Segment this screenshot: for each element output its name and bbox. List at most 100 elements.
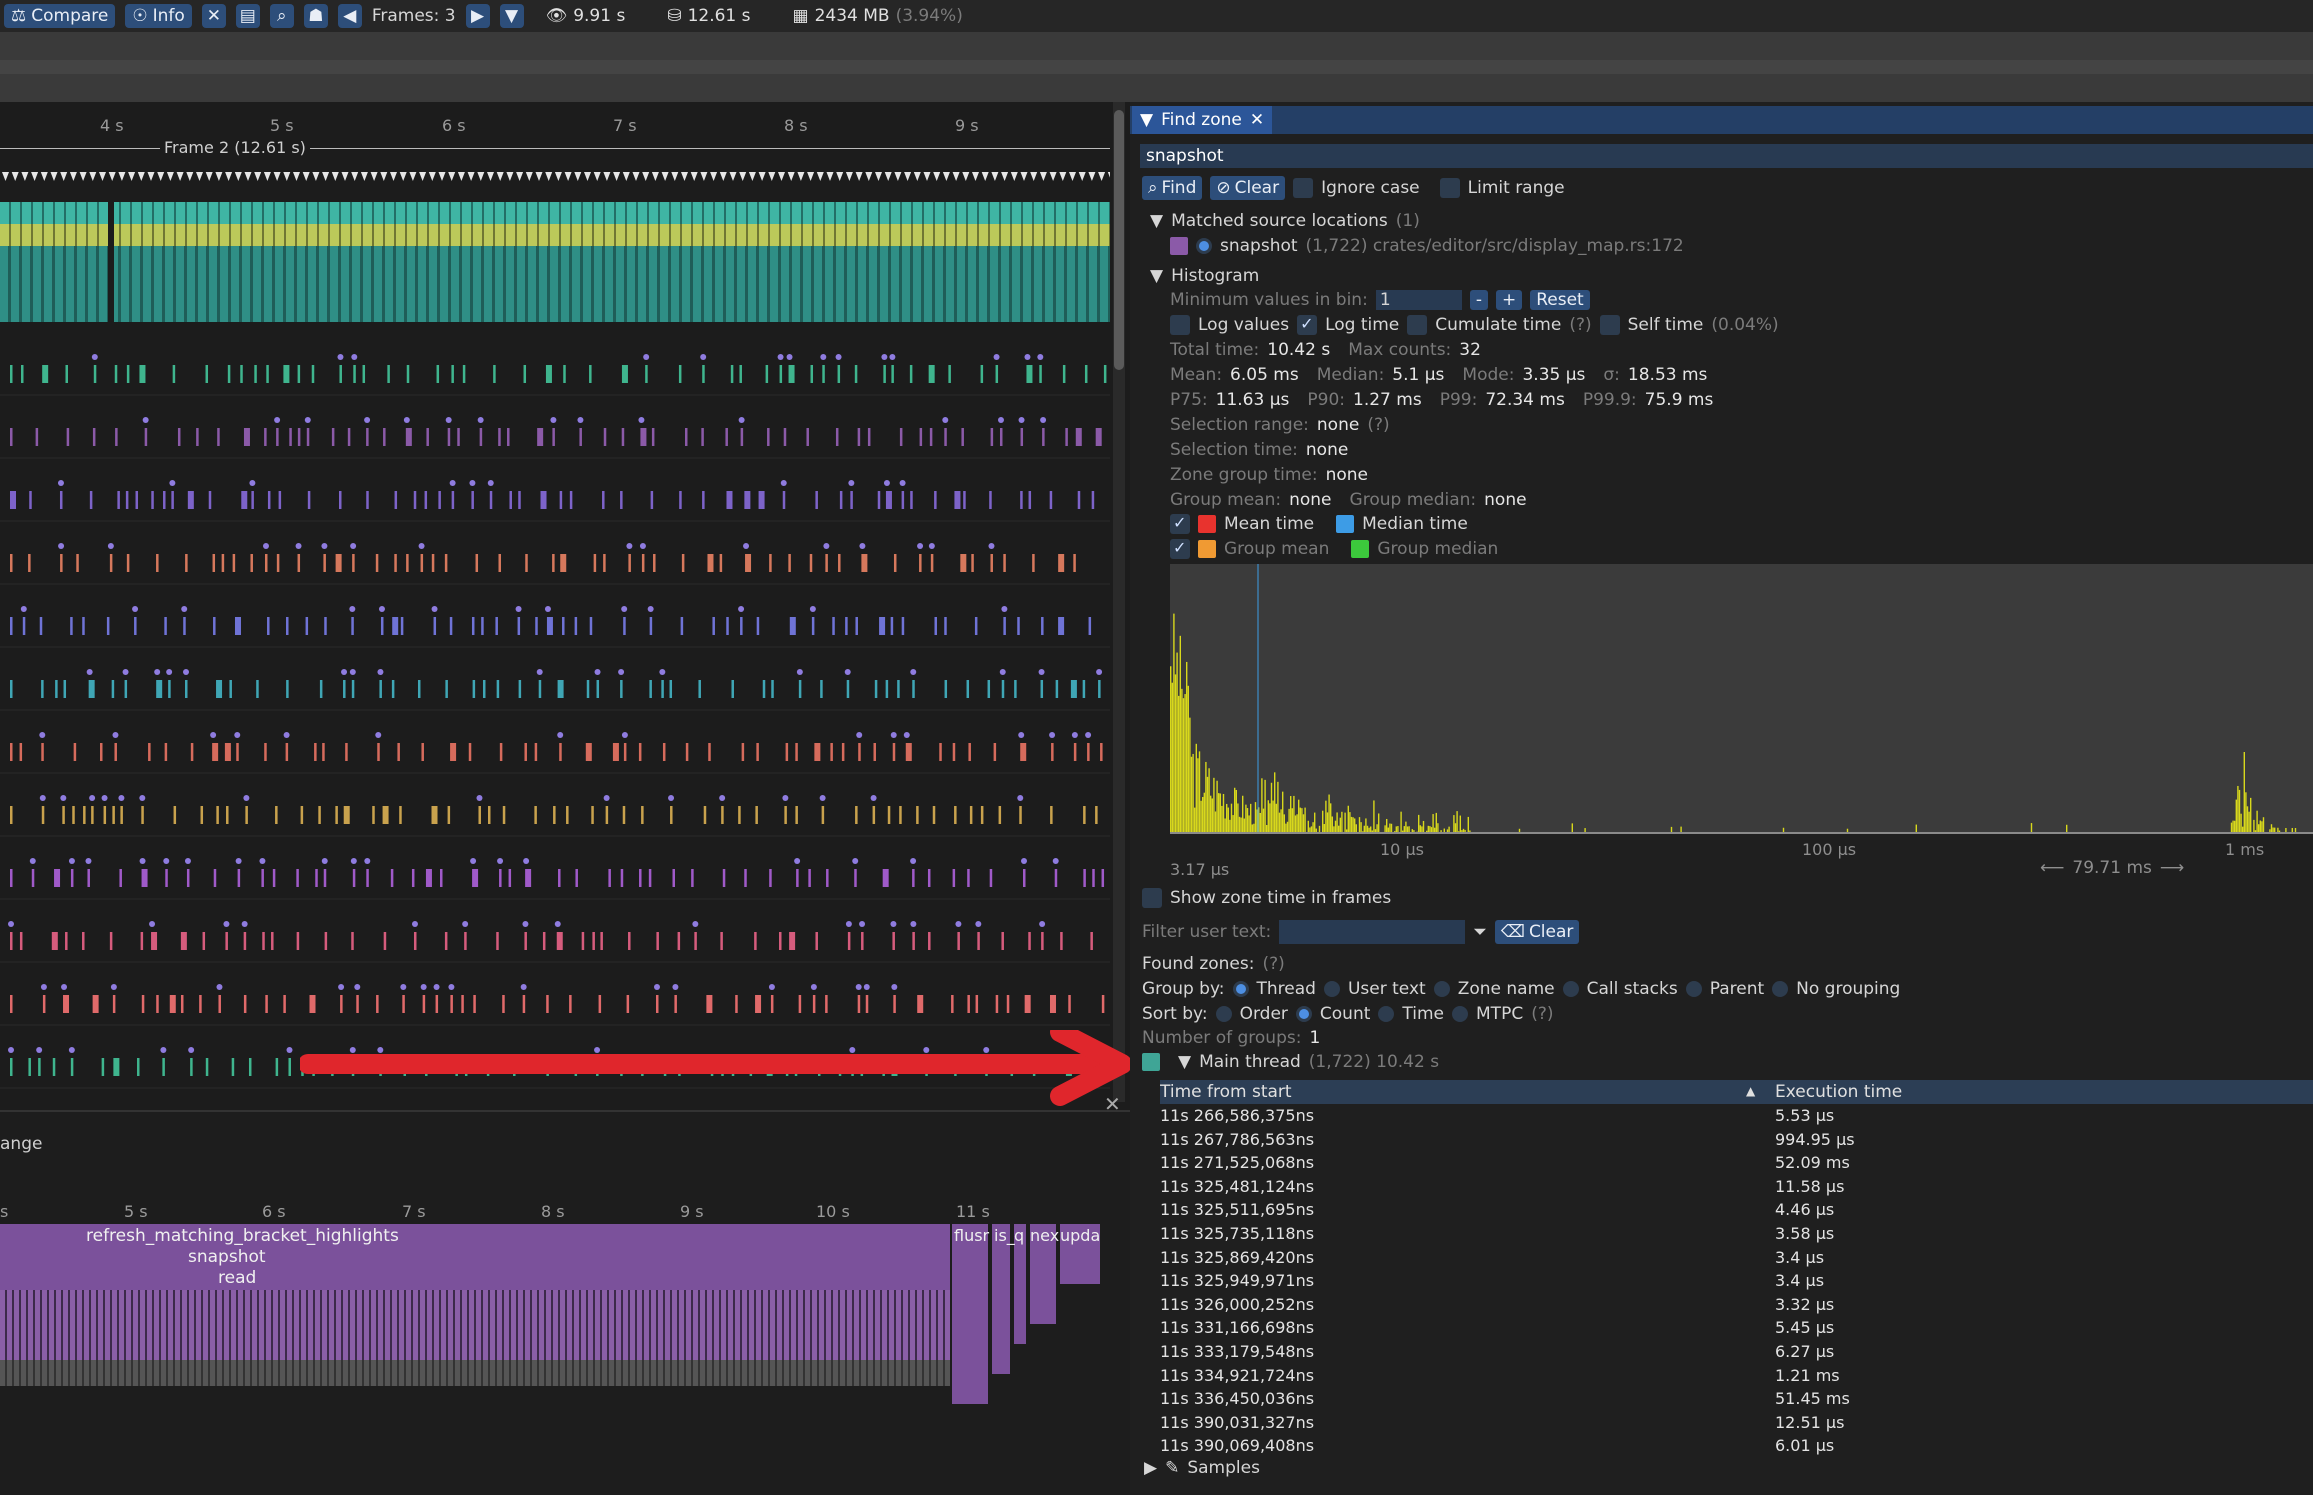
zone-tick[interactable]: [581, 932, 585, 950]
zone-tick[interactable]: [1073, 743, 1077, 761]
zone-tick[interactable]: [65, 932, 68, 950]
message-marker[interactable]: [497, 858, 504, 864]
zone-tick[interactable]: [390, 869, 394, 887]
zone-tick[interactable]: [399, 806, 402, 824]
zone-tick[interactable]: [661, 680, 664, 698]
message-marker[interactable]: [418, 543, 425, 549]
zone-tick[interactable]: [990, 554, 993, 572]
zone-tick[interactable]: [639, 869, 642, 887]
zone-tick[interactable]: [212, 743, 219, 761]
message-marker[interactable]: [809, 606, 816, 612]
zone-tick[interactable]: [765, 365, 769, 383]
zone-tick[interactable]: [779, 365, 783, 383]
zone-tick[interactable]: [628, 554, 631, 572]
zone-tick[interactable]: [901, 617, 905, 635]
zone-tick[interactable]: [917, 995, 924, 1013]
zone-tick[interactable]: [954, 491, 961, 509]
zone-tick[interactable]: [815, 932, 818, 950]
zone-tick[interactable]: [70, 869, 74, 887]
zone-tick[interactable]: [262, 932, 265, 950]
zone-tick[interactable]: [88, 680, 95, 698]
zone-tick[interactable]: [798, 680, 802, 698]
zone-tick[interactable]: [420, 554, 424, 572]
zone-tick[interactable]: [93, 365, 97, 383]
zone-band-yellow[interactable]: [0, 224, 1110, 246]
zone-tick[interactable]: [106, 617, 110, 635]
zone-tick[interactable]: [998, 806, 1002, 824]
zone-tick[interactable]: [335, 554, 342, 572]
message-marker[interactable]: [1052, 858, 1059, 864]
message-marker[interactable]: [845, 921, 852, 927]
zone-tick[interactable]: [377, 743, 380, 761]
zone-tick[interactable]: [1020, 491, 1023, 509]
zone-tick[interactable]: [821, 806, 825, 824]
zone-tick[interactable]: [1060, 932, 1063, 950]
column-execution-time[interactable]: Execution time: [1775, 1082, 1902, 1102]
message-marker[interactable]: [653, 984, 660, 990]
zone-tick[interactable]: [10, 680, 13, 698]
zone-tick[interactable]: [989, 491, 992, 509]
zone-tick[interactable]: [375, 554, 379, 572]
message-marker[interactable]: [910, 858, 917, 864]
zone-tick[interactable]: [756, 617, 760, 635]
zone-tick[interactable]: [92, 995, 99, 1013]
zone-tick[interactable]: [726, 617, 729, 635]
zone-tick[interactable]: [586, 680, 590, 698]
reset-button[interactable]: Reset: [1530, 290, 1590, 310]
zone-tick[interactable]: [1001, 680, 1005, 698]
message-marker[interactable]: [1021, 858, 1028, 864]
zone-tick[interactable]: [830, 743, 833, 761]
message-marker[interactable]: [351, 354, 358, 360]
zone-tick[interactable]: [499, 869, 502, 887]
zone-tick[interactable]: [120, 806, 123, 824]
zone-tick[interactable]: [447, 806, 451, 824]
zone-tick[interactable]: [681, 554, 685, 572]
search-input[interactable]: snapshot: [1140, 144, 2313, 168]
zone-tick[interactable]: [783, 428, 787, 446]
message-marker[interactable]: [881, 354, 888, 360]
zone-tick[interactable]: [502, 995, 505, 1013]
message-marker[interactable]: [20, 606, 27, 612]
zone-tick[interactable]: [1101, 869, 1105, 887]
zone-tick[interactable]: [103, 806, 107, 824]
zone-tick[interactable]: [411, 869, 415, 887]
zone-tick[interactable]: [243, 932, 247, 950]
zone-tick[interactable]: [899, 428, 903, 446]
zone-tick[interactable]: [172, 365, 176, 383]
message-marker[interactable]: [235, 858, 242, 864]
message-marker[interactable]: [1039, 921, 1046, 927]
zone-tick[interactable]: [674, 995, 677, 1013]
message-marker[interactable]: [354, 984, 361, 990]
zone-tick[interactable]: [439, 869, 443, 887]
zone-tick[interactable]: [297, 365, 301, 383]
table-row[interactable]: 11s 325,949,971ns 3.4 μs: [1160, 1269, 2313, 1293]
message-marker[interactable]: [870, 795, 877, 801]
zone-band-teal[interactable]: [0, 202, 1110, 224]
zone-tick[interactable]: [678, 365, 682, 383]
message-marker[interactable]: [234, 732, 241, 738]
zone-tick[interactable]: [679, 491, 682, 509]
zone-tick[interactable]: [649, 617, 653, 635]
zone-tick[interactable]: [10, 365, 13, 383]
zone-tick[interactable]: [472, 680, 476, 698]
message-marker[interactable]: [420, 984, 427, 990]
zone-tick[interactable]: [961, 428, 964, 446]
zone-tick[interactable]: [932, 806, 936, 824]
zone-tick[interactable]: [309, 995, 316, 1013]
zone-tick[interactable]: [680, 617, 684, 635]
zone-tick[interactable]: [638, 743, 642, 761]
filter-icon[interactable]: ⏷: [1473, 922, 1487, 942]
expand-icon[interactable]: ▼: [1150, 266, 1163, 286]
message-marker[interactable]: [523, 858, 530, 864]
zone-tick[interactable]: [522, 995, 526, 1013]
message-marker[interactable]: [835, 354, 842, 360]
flame-deep-zones[interactable]: [0, 1360, 950, 1386]
zone-tick[interactable]: [1070, 680, 1077, 698]
zone-tick[interactable]: [141, 995, 145, 1013]
zone-tick[interactable]: [10, 932, 13, 950]
zone-tick[interactable]: [322, 743, 325, 761]
zone-tick[interactable]: [402, 995, 405, 1013]
zone-tick[interactable]: [351, 680, 355, 698]
zone-tick[interactable]: [703, 806, 707, 824]
zone-tick[interactable]: [254, 365, 257, 383]
